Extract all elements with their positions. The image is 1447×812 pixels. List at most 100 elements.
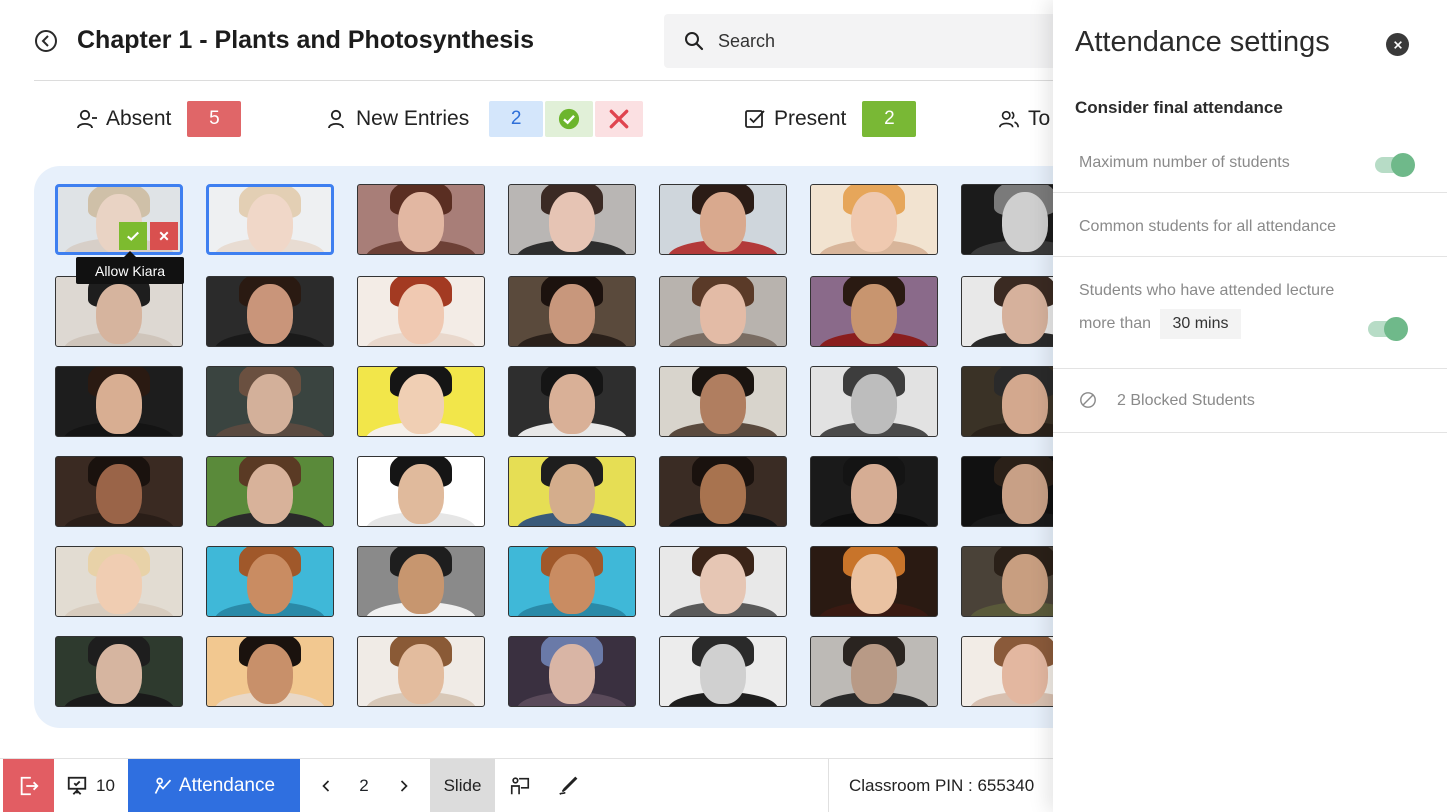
student-photo-face [398, 643, 444, 704]
header-divider [34, 80, 1074, 81]
student-tile[interactable] [206, 276, 334, 347]
student-tile[interactable] [508, 546, 636, 617]
attended-mins-select[interactable]: 30 mins [1160, 309, 1241, 339]
close-icon [609, 109, 629, 129]
student-photo-face [96, 553, 142, 614]
total-label: To [1028, 107, 1051, 130]
student-photo-face [1002, 643, 1048, 704]
search-box[interactable] [664, 14, 1084, 68]
users-icon [999, 110, 1019, 128]
allow-student-button[interactable] [119, 222, 147, 250]
student-tile[interactable] [357, 184, 485, 255]
toolbar-divider [828, 759, 829, 812]
student-tile[interactable] [206, 184, 334, 255]
presentation-icon [67, 776, 87, 795]
student-tile[interactable] [357, 276, 485, 347]
student-tile[interactable] [810, 366, 938, 437]
student-tile[interactable] [357, 366, 485, 437]
student-tile[interactable] [659, 184, 787, 255]
total-stat[interactable]: To [998, 100, 1050, 138]
attendance-button[interactable]: Attendance [128, 759, 300, 812]
search-icon [685, 32, 704, 51]
slides-counter[interactable]: 10 [66, 759, 115, 812]
exit-class-button[interactable] [3, 759, 54, 812]
student-tile[interactable] [206, 636, 334, 707]
student-photo-face [1002, 191, 1048, 252]
student-tile[interactable] [55, 456, 183, 527]
student-photo-face [247, 283, 293, 344]
absent-stat[interactable]: Absent 5 [76, 100, 242, 138]
accept-all-button[interactable] [545, 101, 594, 137]
student-tile[interactable] [810, 276, 938, 347]
deny-student-button[interactable] [150, 222, 178, 250]
page-title: Chapter 1 - Plants and Photosynthesis [77, 26, 535, 54]
student-tile[interactable] [55, 184, 183, 255]
student-photo-face [96, 463, 142, 524]
attended-label-line1: Students who have attended lecture [1079, 282, 1335, 299]
student-photo-face [398, 283, 444, 344]
student-photo-face [851, 463, 897, 524]
student-photo-face [549, 643, 595, 704]
annotate-button[interactable] [554, 759, 582, 812]
back-button[interactable] [35, 30, 57, 52]
slides-count: 10 [96, 776, 115, 795]
student-tile[interactable] [508, 456, 636, 527]
student-photo-face [96, 373, 142, 434]
toggle-knob [1384, 317, 1408, 341]
attended-label-line2: more than [1079, 315, 1152, 332]
pen-icon [559, 776, 578, 795]
search-input[interactable] [718, 30, 1018, 52]
student-tile[interactable] [508, 636, 636, 707]
reject-all-button[interactable] [595, 101, 644, 137]
present-label: Present [774, 107, 847, 130]
student-tile[interactable] [508, 366, 636, 437]
next-slide-button[interactable] [392, 759, 416, 812]
student-photo-face [700, 191, 746, 252]
prev-slide-button[interactable] [314, 759, 338, 812]
student-photo-face [700, 283, 746, 344]
student-photo-face [549, 283, 595, 344]
student-tile[interactable] [55, 546, 183, 617]
student-photo-face [851, 553, 897, 614]
student-photo-face [700, 553, 746, 614]
new-entries-stat[interactable]: New Entries 2 [326, 100, 644, 138]
student-tile[interactable] [55, 276, 183, 347]
student-tile[interactable] [810, 636, 938, 707]
student-tile[interactable] [659, 546, 787, 617]
chevron-left-icon [322, 780, 330, 792]
student-tile[interactable] [659, 456, 787, 527]
student-tile[interactable] [206, 546, 334, 617]
student-tile[interactable] [55, 366, 183, 437]
student-photo-face [398, 463, 444, 524]
presenter-button[interactable] [506, 759, 534, 812]
student-tile[interactable] [659, 366, 787, 437]
attended-toggle[interactable] [1368, 317, 1408, 341]
student-photo-face [247, 463, 293, 524]
attendance-settings-panel: Attendance settings Consider final atten… [1053, 0, 1447, 812]
student-photo-face [1002, 373, 1048, 434]
student-tile[interactable] [508, 276, 636, 347]
present-stat[interactable]: Present 2 [744, 100, 917, 138]
slide-button[interactable]: Slide [430, 759, 495, 812]
student-tile[interactable] [55, 636, 183, 707]
student-tile[interactable] [659, 276, 787, 347]
student-tile[interactable] [508, 184, 636, 255]
presenter-icon [510, 777, 530, 795]
checkbox-icon [745, 110, 765, 128]
blocked-students-label[interactable]: 2 Blocked Students [1117, 392, 1255, 410]
student-tile[interactable] [357, 636, 485, 707]
student-tile[interactable] [810, 456, 938, 527]
chevron-right-icon [400, 780, 408, 792]
max-students-toggle[interactable] [1375, 153, 1415, 177]
student-photo-face [247, 193, 293, 252]
student-tile[interactable] [206, 456, 334, 527]
exit-icon [20, 776, 39, 796]
student-tile[interactable] [357, 456, 485, 527]
student-tile[interactable] [659, 636, 787, 707]
attendance-page: Chapter 1 - Plants and Photosynthesis Ab… [0, 0, 1447, 812]
student-tile[interactable] [357, 546, 485, 617]
student-tile[interactable] [810, 184, 938, 255]
user-icon [328, 109, 344, 129]
student-tile[interactable] [810, 546, 938, 617]
student-tile[interactable] [206, 366, 334, 437]
